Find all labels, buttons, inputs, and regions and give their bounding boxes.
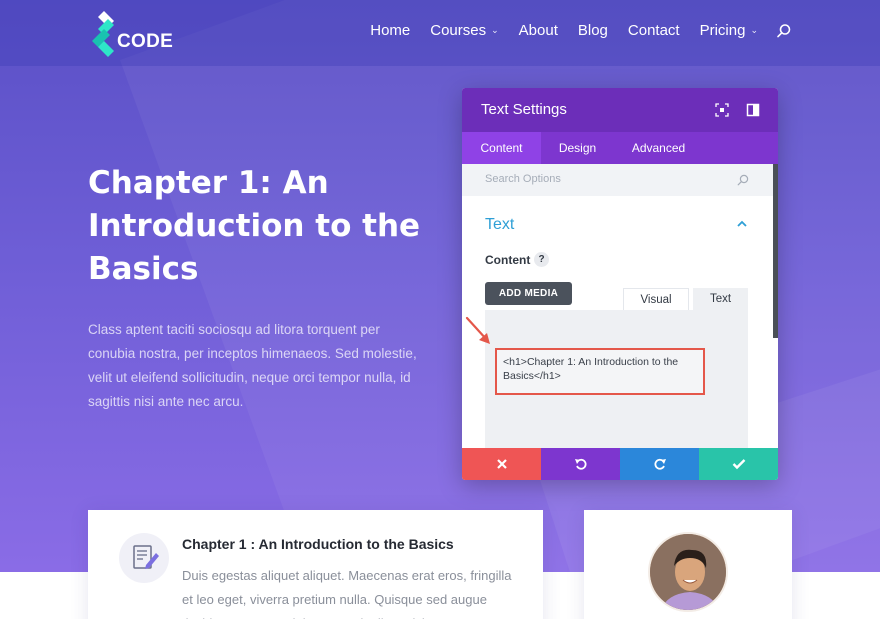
- nav-item-about[interactable]: About: [519, 22, 558, 39]
- modal-title: Text Settings: [481, 101, 567, 118]
- close-icon: [496, 459, 507, 469]
- check-icon: [732, 459, 745, 470]
- search-options-bar: [462, 164, 773, 196]
- modal-footer: [462, 448, 778, 480]
- modal-header[interactable]: Text Settings: [462, 88, 778, 132]
- nav-item-contact[interactable]: Contact: [628, 22, 680, 39]
- nav-label: About: [518, 22, 558, 39]
- nav-label: Contact: [627, 22, 680, 39]
- search-icon: [737, 174, 749, 186]
- content-editor[interactable]: <h1>Chapter 1: An Introduction to the Ba…: [465, 310, 748, 450]
- section-title-text[interactable]: Text: [485, 216, 514, 234]
- nav-label: Home: [370, 22, 411, 39]
- nav-label: Courses: [430, 22, 487, 39]
- tab-design[interactable]: Design: [541, 132, 614, 164]
- nav-item-blog[interactable]: Blog: [578, 22, 608, 39]
- avatar: [648, 532, 728, 612]
- nav-label: Blog: [577, 22, 608, 39]
- card-title: Chapter 1 : An Introduction to the Basic…: [182, 536, 454, 552]
- undo-icon: [574, 458, 587, 470]
- modal-tabs: Content Design Advanced: [462, 132, 778, 164]
- tab-content[interactable]: Content: [462, 132, 541, 164]
- fullscreen-icon[interactable]: [715, 103, 729, 117]
- modal-scrollbar[interactable]: [773, 164, 778, 338]
- nav-item-home[interactable]: Home: [370, 22, 410, 39]
- chapter-card: Chapter 1 : An Introduction to the Basic…: [88, 510, 543, 619]
- chevron-down-icon: ⌄: [491, 25, 499, 35]
- editor-tab-visual[interactable]: Visual: [623, 288, 689, 310]
- author-card: [584, 510, 792, 619]
- editor-tab-text[interactable]: Text: [693, 288, 748, 310]
- dock-sidebar-icon[interactable]: [746, 103, 760, 117]
- avatar-illustration: [650, 534, 726, 610]
- search-icon[interactable]: [776, 23, 792, 39]
- main-nav: Home Courses ⌄ About Blog Contact Pricing…: [350, 22, 792, 39]
- nav-item-pricing[interactable]: Pricing ⌄: [700, 22, 758, 39]
- site-logo[interactable]: CODE: [90, 9, 180, 57]
- save-button[interactable]: [699, 448, 778, 480]
- chevron-up-icon[interactable]: [736, 219, 748, 229]
- add-media-button[interactable]: ADD MEDIA: [485, 282, 572, 305]
- site-header: CODE Home Courses ⌄ About Blog Contact Pr…: [0, 0, 880, 66]
- card-icon-container: [119, 533, 169, 583]
- content-field-label: Content: [485, 253, 531, 267]
- redo-icon: [653, 458, 666, 470]
- card-description: Duis egestas aliquet aliquet. Maecenas e…: [182, 568, 512, 619]
- undo-button[interactable]: [541, 448, 620, 480]
- nav-item-courses[interactable]: Courses ⌄: [430, 22, 498, 39]
- search-options-input[interactable]: [485, 173, 715, 185]
- cancel-button[interactable]: [462, 448, 541, 480]
- nav-label: Pricing: [699, 22, 746, 39]
- logo-text: CODE: [117, 31, 174, 52]
- editor-code-text[interactable]: <h1>Chapter 1: An Introduction to the Ba…: [495, 348, 705, 395]
- arrow-icon: [465, 316, 490, 344]
- hero-description: Class aptent taciti sociosqu ad litora t…: [88, 322, 417, 409]
- help-icon[interactable]: ?: [534, 252, 549, 267]
- text-settings-modal: Text Settings Content Design Advanced Te…: [462, 88, 778, 480]
- document-edit-icon: [133, 545, 159, 569]
- redo-button[interactable]: [620, 448, 699, 480]
- page-title: Chapter 1: An Introduction to the Basics: [88, 165, 421, 287]
- tab-advanced[interactable]: Advanced: [614, 132, 703, 164]
- chevron-down-icon: ⌄: [750, 25, 758, 35]
